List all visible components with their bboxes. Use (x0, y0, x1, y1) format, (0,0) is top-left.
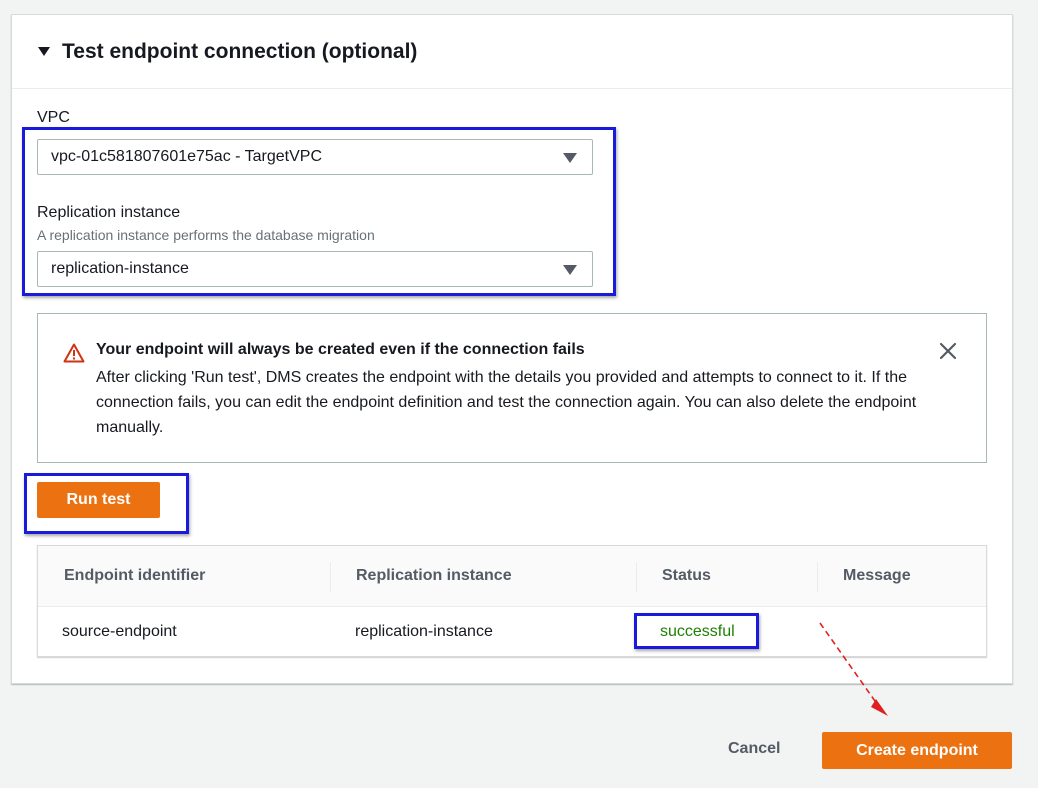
caret-down-icon[interactable] (38, 47, 50, 56)
panel-header[interactable]: Test endpoint connection (optional) (12, 15, 1012, 89)
column-header-message[interactable]: Message (843, 567, 911, 585)
create-endpoint-button[interactable]: Create endpoint (822, 732, 1012, 769)
cancel-button[interactable]: Cancel (728, 740, 780, 758)
close-icon[interactable] (938, 341, 958, 361)
alert-body: After clicking 'Run test', DMS creates t… (96, 369, 917, 436)
column-header-replication-instance[interactable]: Replication instance (356, 567, 512, 585)
warning-icon (63, 343, 85, 363)
panel-title: Test endpoint connection (optional) (62, 39, 418, 63)
highlight-box-run-test (24, 473, 189, 534)
column-divider (330, 562, 331, 592)
cell-replication-instance: replication-instance (355, 623, 493, 640)
cell-endpoint-identifier: source-endpoint (62, 623, 177, 640)
highlight-box-selects (22, 127, 616, 296)
column-header-endpoint-identifier[interactable]: Endpoint identifier (64, 567, 205, 585)
column-divider (636, 562, 637, 592)
highlight-box-status (634, 613, 759, 649)
warning-alert: Your endpoint will always be created eve… (37, 313, 987, 463)
column-divider (817, 562, 818, 592)
annotation-arrow-icon (819, 622, 888, 716)
alert-title: Your endpoint will always be created eve… (96, 341, 585, 358)
vpc-label: VPC (37, 109, 70, 126)
column-header-status[interactable]: Status (662, 567, 711, 585)
